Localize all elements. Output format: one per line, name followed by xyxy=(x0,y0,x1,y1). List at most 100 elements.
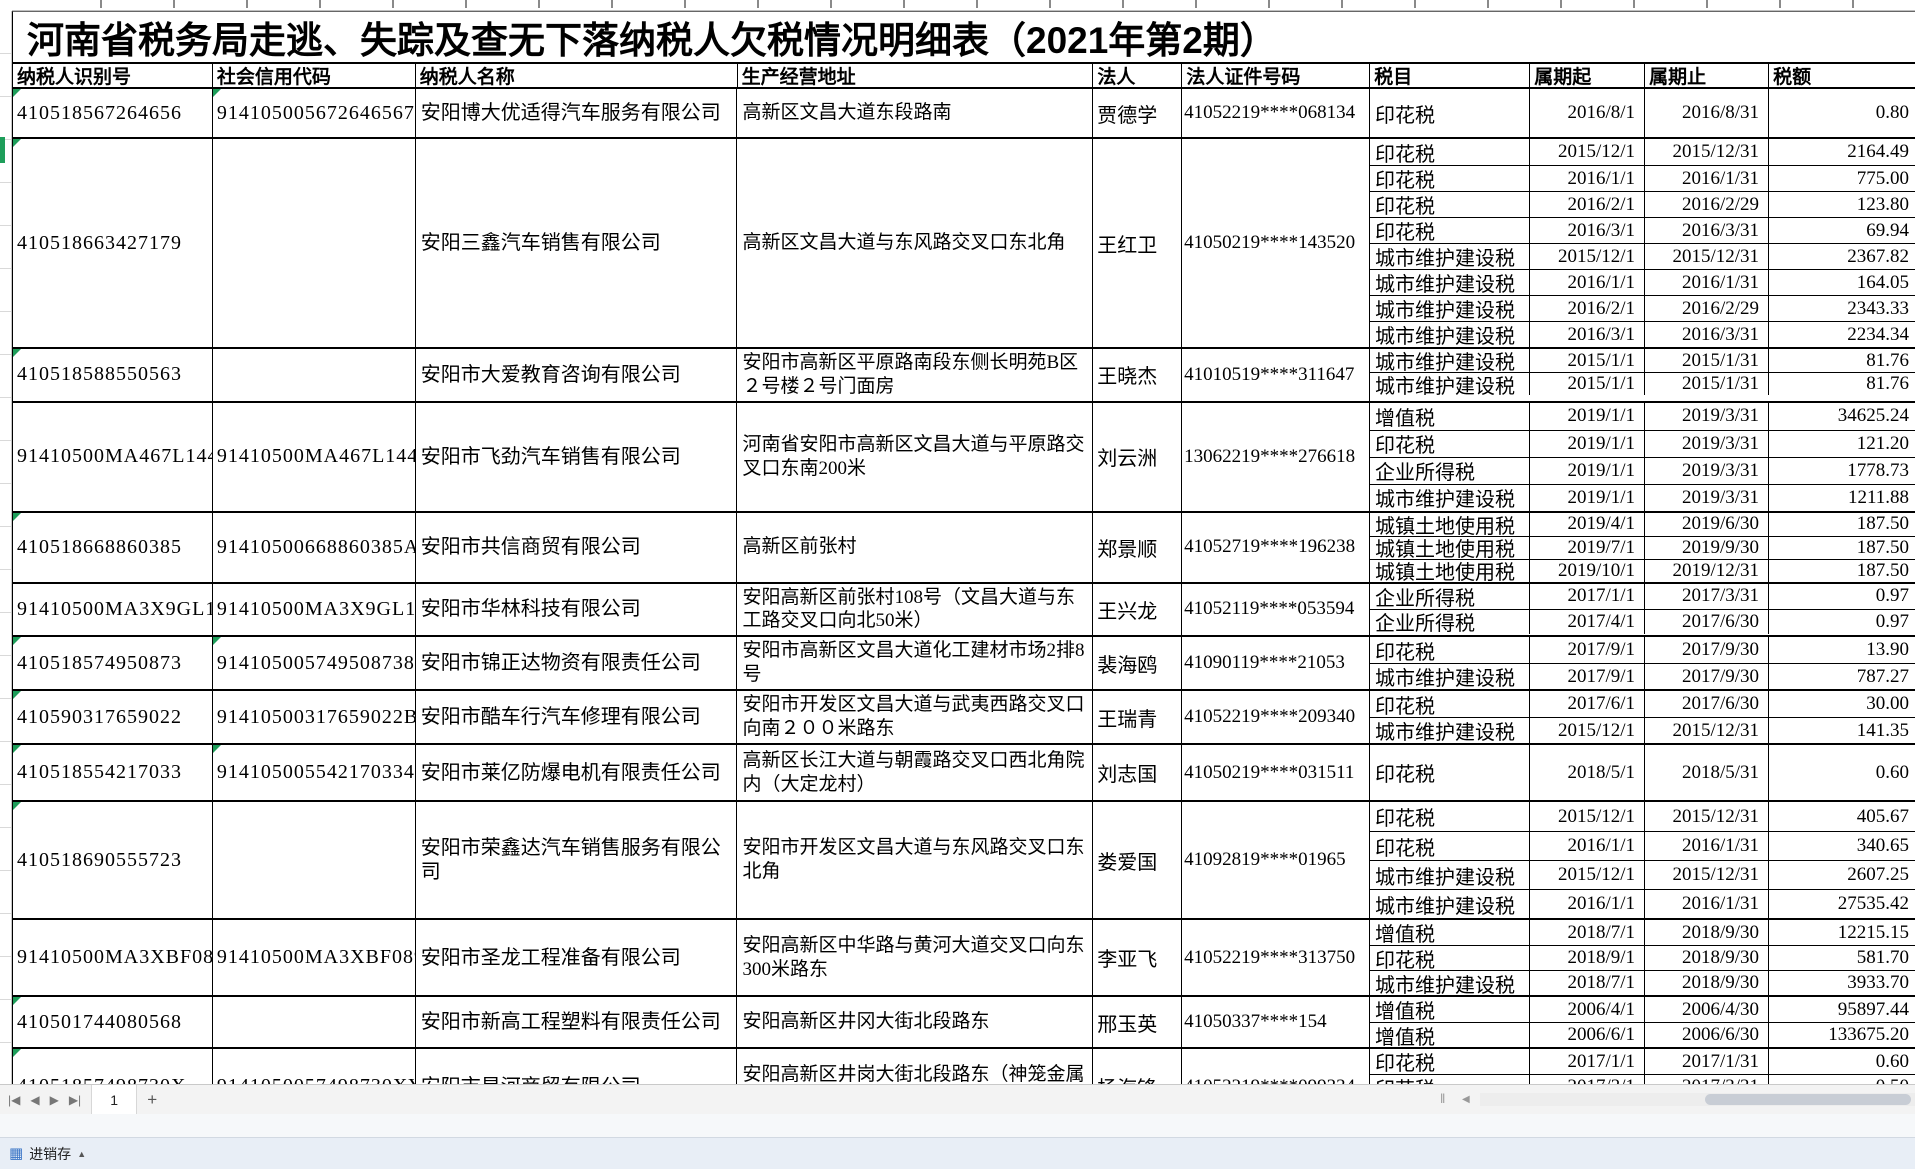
status-item-label[interactable]: 进销存 xyxy=(29,1144,71,1164)
tax-category-cell[interactable]: 城市维护建设税 xyxy=(1370,349,1530,372)
period-end-cell[interactable]: 2018/9/30 xyxy=(1645,920,1769,945)
period-start-cell[interactable]: 2017/1/1 xyxy=(1530,584,1645,609)
legal-person-cell[interactable]: 王红卫 xyxy=(1093,139,1182,347)
credit-code-cell[interactable]: 91410500317659022B xyxy=(213,691,416,743)
period-start-cell[interactable]: 2016/3/1 xyxy=(1530,322,1645,347)
tax-amount-cell[interactable]: 34625.24 xyxy=(1769,403,1915,430)
tax-category-cell[interactable]: 印花税 xyxy=(1370,637,1530,663)
period-start-cell[interactable]: 2016/2/1 xyxy=(1530,192,1645,217)
tax-category-cell[interactable]: 印花税 xyxy=(1370,1049,1530,1074)
taxpayer-name-cell[interactable]: 安阳市共信商贸有限公司 xyxy=(416,513,738,582)
tax-category-cell[interactable]: 印花税 xyxy=(1370,139,1530,165)
period-start-cell[interactable]: 2016/1/1 xyxy=(1530,890,1645,918)
taxpayer-name-cell[interactable]: 安阳市新高工程塑料有限责任公司 xyxy=(416,997,738,1047)
legal-id-cell[interactable]: 41052219****068134 xyxy=(1182,89,1370,137)
add-sheet-button[interactable]: + xyxy=(137,1090,167,1110)
period-end-cell[interactable]: 2018/9/30 xyxy=(1645,971,1769,995)
period-end-cell[interactable]: 2016/2/29 xyxy=(1645,296,1769,321)
period-end-cell[interactable]: 2016/1/31 xyxy=(1645,166,1769,191)
tax-amount-cell[interactable]: 187.50 xyxy=(1769,513,1915,536)
taxpayer-name-cell[interactable]: 安阳市飞劲汽车销售有限公司 xyxy=(416,403,738,511)
tax-category-cell[interactable]: 印花税 xyxy=(1370,431,1530,457)
column-header-taxpayer-name[interactable]: 纳税人名称 xyxy=(416,64,738,87)
taxpayer-id-cell[interactable]: 91410500MA3XBF089J xyxy=(13,920,213,995)
taxpayer-id-cell[interactable]: 410501744080568 xyxy=(13,997,213,1047)
tax-amount-cell[interactable]: 164.05 xyxy=(1769,270,1915,295)
taxpayer-id-cell[interactable]: 410518567264656 xyxy=(13,89,213,137)
column-header-credit-code[interactable]: 社会信用代码 xyxy=(213,64,416,87)
tax-amount-cell[interactable]: 141.35 xyxy=(1769,718,1915,743)
period-end-cell[interactable]: 2015/12/31 xyxy=(1645,718,1769,743)
tax-category-cell[interactable]: 增值税 xyxy=(1370,997,1530,1022)
period-end-cell[interactable]: 2016/8/31 xyxy=(1645,89,1769,137)
tax-category-cell[interactable]: 城市维护建设税 xyxy=(1370,664,1530,689)
tax-category-cell[interactable]: 城市维护建设税 xyxy=(1370,890,1530,918)
period-start-cell[interactable]: 2018/9/1 xyxy=(1530,946,1645,970)
period-start-cell[interactable]: 2019/1/1 xyxy=(1530,431,1645,457)
credit-code-cell[interactable]: 914105005672646567 xyxy=(213,89,416,137)
credit-code-cell[interactable]: 914105005542170334 xyxy=(213,745,416,800)
period-start-cell[interactable]: 2019/4/1 xyxy=(1530,513,1645,536)
column-header-tax-amount[interactable]: 税额 xyxy=(1769,64,1915,87)
column-header-address[interactable]: 生产经营地址 xyxy=(738,64,1094,87)
tax-category-cell[interactable]: 企业所得税 xyxy=(1370,584,1530,609)
tax-category-cell[interactable]: 增值税 xyxy=(1370,403,1530,430)
period-start-cell[interactable]: 2018/7/1 xyxy=(1530,971,1645,995)
tax-amount-cell[interactable]: 187.50 xyxy=(1769,560,1915,582)
tax-amount-cell[interactable]: 13.90 xyxy=(1769,637,1915,663)
tax-category-cell[interactable]: 城市维护建设税 xyxy=(1370,373,1530,395)
taxpayer-id-cell[interactable]: 91410500MA467L144L xyxy=(13,403,213,511)
period-start-cell[interactable]: 2019/1/1 xyxy=(1530,485,1645,511)
period-end-cell[interactable]: 2019/3/31 xyxy=(1645,403,1769,430)
tax-amount-cell[interactable]: 0.97 xyxy=(1769,584,1915,609)
period-end-cell[interactable]: 2015/12/31 xyxy=(1645,802,1769,831)
credit-code-cell[interactable] xyxy=(213,997,416,1047)
period-start-cell[interactable]: 2015/1/1 xyxy=(1530,373,1645,395)
credit-code-cell[interactable] xyxy=(213,802,416,918)
taxpayer-name-cell[interactable]: 安阳博大优适得汽车服务有限公司 xyxy=(416,89,738,137)
taxpayer-id-cell[interactable]: 410518574950873 xyxy=(13,637,213,689)
credit-code-cell[interactable]: 91410500MA3X9GL17E xyxy=(213,584,416,636)
taxpayer-id-cell[interactable]: 410518554217033 xyxy=(13,745,213,800)
period-start-cell[interactable]: 2017/1/1 xyxy=(1530,1049,1645,1074)
period-start-cell[interactable]: 2015/12/1 xyxy=(1530,244,1645,269)
credit-code-cell[interactable]: 91410500668860385A xyxy=(213,513,416,582)
period-start-cell[interactable]: 2017/9/1 xyxy=(1530,664,1645,689)
address-cell[interactable]: 安阳市高新区平原路南段东侧长明苑B区２号楼２号门面房 xyxy=(737,349,1093,401)
taxpayer-name-cell[interactable]: 安阳市圣龙工程准备有限公司 xyxy=(416,920,738,995)
taxpayer-name-cell[interactable]: 安阳市锦正达物资有限责任公司 xyxy=(416,637,738,689)
period-end-cell[interactable]: 2015/12/31 xyxy=(1645,861,1769,889)
tax-amount-cell[interactable]: 123.80 xyxy=(1769,192,1915,217)
tax-category-cell[interactable]: 城市维护建设税 xyxy=(1370,485,1530,511)
legal-id-cell[interactable]: 41050219****143520 xyxy=(1182,139,1370,347)
period-start-cell[interactable]: 2017/6/1 xyxy=(1530,691,1645,717)
tax-category-cell[interactable]: 印花税 xyxy=(1370,832,1530,860)
period-end-cell[interactable]: 2017/6/30 xyxy=(1645,691,1769,717)
tax-amount-cell[interactable]: 133675.20 xyxy=(1769,1023,1915,1047)
period-end-cell[interactable]: 2019/3/31 xyxy=(1645,485,1769,511)
period-end-cell[interactable]: 2016/3/31 xyxy=(1645,218,1769,243)
tax-amount-cell[interactable]: 1211.88 xyxy=(1769,485,1915,511)
period-end-cell[interactable]: 2006/4/30 xyxy=(1645,997,1769,1022)
tax-amount-cell[interactable]: 787.27 xyxy=(1769,664,1915,689)
tax-amount-cell[interactable]: 775.00 xyxy=(1769,166,1915,191)
taxpayer-name-cell[interactable]: 安阳市酷车行汽车修理有限公司 xyxy=(416,691,738,743)
legal-id-cell[interactable]: 13062219****276618 xyxy=(1182,403,1370,511)
taxpayer-id-cell[interactable]: 410518588550563 xyxy=(13,349,213,401)
tax-amount-cell[interactable]: 340.65 xyxy=(1769,832,1915,860)
tax-amount-cell[interactable]: 0.60 xyxy=(1769,745,1915,800)
period-start-cell[interactable]: 2016/3/1 xyxy=(1530,218,1645,243)
legal-id-cell[interactable]: 41052719****196238 xyxy=(1182,513,1370,582)
period-end-cell[interactable]: 2017/3/31 xyxy=(1645,584,1769,609)
tax-amount-cell[interactable]: 0.80 xyxy=(1769,89,1915,137)
taxpayer-name-cell[interactable]: 安阳市荣鑫达汽车销售服务有限公司 xyxy=(416,802,738,918)
horizontal-scrollbar[interactable] xyxy=(1480,1093,1915,1106)
tax-category-cell[interactable]: 印花税 xyxy=(1370,218,1530,243)
period-start-cell[interactable]: 2017/9/1 xyxy=(1530,637,1645,663)
column-header-tax-category[interactable]: 税目 xyxy=(1370,64,1530,87)
tax-amount-cell[interactable]: 2234.34 xyxy=(1769,322,1915,347)
credit-code-cell[interactable]: 914105005749508738 xyxy=(213,637,416,689)
tax-category-cell[interactable]: 增值税 xyxy=(1370,1023,1530,1047)
period-start-cell[interactable]: 2016/1/1 xyxy=(1530,270,1645,295)
tax-category-cell[interactable]: 印花税 xyxy=(1370,192,1530,217)
